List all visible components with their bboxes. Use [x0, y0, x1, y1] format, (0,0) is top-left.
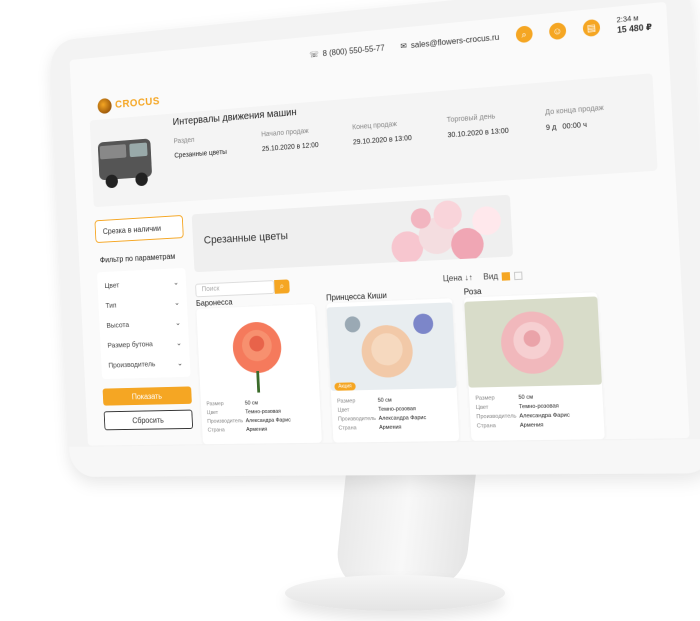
mail-icon: ✉	[400, 40, 408, 51]
view-label: Вид	[483, 271, 499, 282]
product-photo[interactable]	[464, 296, 602, 388]
email-address: sales@flowers-crocus.ru	[410, 32, 500, 50]
filter-label: Размер бутона	[107, 339, 153, 350]
view-switcher: Вид	[483, 270, 524, 282]
filter-title: Фильтр по параметрам	[99, 252, 176, 265]
search-icon[interactable]: ⌕	[515, 25, 533, 44]
phone-icon: ☏	[309, 49, 320, 59]
filter-height[interactable]: Высота ⌄	[104, 312, 183, 335]
rose-image	[464, 296, 602, 388]
reset-button[interactable]: Сбросить	[103, 409, 194, 431]
chevron-down-icon: ⌄	[172, 277, 179, 287]
product-card[interactable]: Баронесса Размер 50 см Цвет Темно-розовая …	[196, 298, 322, 445]
monitor-stand-neck	[333, 470, 477, 590]
search-input[interactable]: Поиск	[195, 280, 275, 298]
intervals-table: Раздел Начало продаж Конец продаж Торгов…	[172, 97, 647, 163]
monitor-bezel: ☏ 8 (800) 550-55-77 ✉ sales@flowers-croc…	[49, 0, 700, 477]
search-button[interactable]: ⌕	[274, 279, 290, 294]
in-stock-toggle[interactable]: Срезка в наличии	[94, 214, 184, 244]
category-banner: Срезанные цветы	[191, 194, 514, 273]
filter-producer[interactable]: Производитель ⌄	[106, 353, 185, 375]
chevron-down-icon: ⌄	[174, 318, 181, 328]
product-card[interactable]: Роза Размер 50 см Цвет Темно-розовая Произ…	[464, 287, 605, 441]
product-specs: Размер 50 см Цвет Темно-розовая Производит…	[206, 397, 317, 434]
product-photo[interactable]	[326, 302, 457, 391]
delivery-intervals-panel: Интервалы движения машин Раздел Начало п…	[89, 73, 658, 208]
filter-list: Цвет ⌄ Тип ⌄ Высота ⌄ Размер бутона ⌄ Произв…	[96, 267, 191, 380]
filter-label: Тип	[105, 300, 117, 310]
monitor-stand-base	[285, 575, 505, 611]
product-specs: Размер 50 см Цвет Темно-розовая Производит…	[337, 394, 455, 432]
phone-number: 8 (800) 550-55-77	[322, 42, 385, 58]
product-card[interactable]: Принцесса Киши Акция Размер 50 см Цвет Тем…	[326, 291, 460, 443]
filter-bud-size[interactable]: Размер бутона ⌄	[105, 333, 184, 356]
van-icon	[97, 138, 153, 189]
time-left: 00:00 ч	[562, 121, 588, 131]
chevron-down-icon: ⌄	[175, 338, 182, 348]
chevron-down-icon: ⌄	[173, 298, 180, 307]
sort-label: Цена	[442, 273, 463, 284]
sidebar: Срезка в наличии Фильтр по параметрам Цв…	[94, 214, 194, 446]
product-specs: Размер 50 см Цвет Темно-розовая Производит…	[475, 391, 600, 431]
intervals-title: Интервалы движения машин	[172, 107, 297, 128]
days-left: 9 д	[545, 124, 557, 133]
rose-image	[196, 307, 320, 394]
monitor-screen: ☏ 8 (800) 550-55-77 ✉ sales@flowers-croc…	[69, 1, 690, 446]
rose-image	[326, 302, 457, 391]
sort-by-price[interactable]: Цена ↓↑	[443, 273, 473, 284]
filter-label: Высота	[106, 320, 130, 330]
promo-badge: Акция	[334, 382, 356, 391]
product-name: Баронесса	[195, 297, 233, 308]
cart-total: 15 480 ₽	[616, 22, 653, 36]
show-button[interactable]: Показать	[102, 386, 192, 406]
bouquet-image	[390, 199, 502, 265]
user-icon[interactable]: ☺	[548, 22, 567, 41]
cart-icon[interactable]: ▤	[582, 18, 601, 38]
cart-summary[interactable]: 2:34 м 15 480 ₽	[616, 13, 652, 35]
grid-view-icon[interactable]	[502, 271, 511, 281]
crocus-logo-icon	[97, 97, 112, 115]
category-title: Срезанные цветы	[203, 230, 289, 247]
product-name: Роза	[463, 286, 482, 297]
spec-row: Страна Армения	[338, 424, 402, 432]
filter-label: Производитель	[108, 359, 156, 370]
chevron-down-icon: ⌄	[176, 358, 183, 368]
product-grid: Баронесса Размер 50 см Цвет Темно-розовая …	[196, 287, 639, 445]
phone-contact[interactable]: ☏ 8 (800) 550-55-77	[309, 43, 385, 59]
product-photo[interactable]	[196, 307, 320, 394]
product-name: Принцесса Киши	[325, 290, 388, 303]
logo[interactable]: CROCUS	[97, 94, 160, 115]
list-view-icon[interactable]	[514, 270, 524, 280]
email-contact[interactable]: ✉ sales@flowers-crocus.ru	[400, 32, 499, 50]
search-icon: ⌕	[279, 281, 285, 291]
spec-row: Страна Армения	[207, 426, 268, 434]
logo-text: CROCUS	[114, 95, 161, 111]
spec-row: Страна Армения	[476, 421, 544, 430]
sort-icon: ↓↑	[464, 272, 473, 283]
filter-label: Цвет	[104, 280, 120, 290]
